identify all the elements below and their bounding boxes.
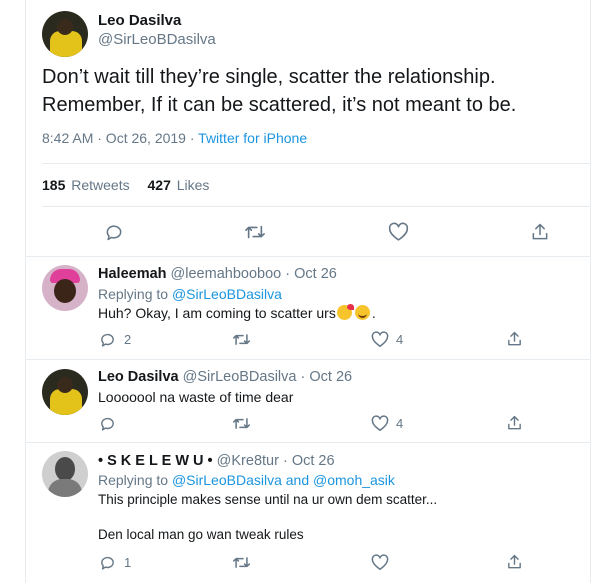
retweet-count[interactable]: 185 — [42, 177, 65, 193]
reply-icon[interactable] — [99, 415, 116, 432]
avatar[interactable] — [42, 451, 88, 497]
divider — [42, 163, 590, 164]
emoji-smile-icon — [354, 305, 370, 320]
reply-text-line: This principle makes sense until na ur o… — [98, 492, 438, 507]
tweet-source[interactable]: Twitter for iPhone — [198, 130, 307, 146]
reply-icon[interactable] — [104, 222, 124, 242]
reply-text: Looooool na waste of time dear — [98, 389, 294, 405]
reply-header: • S K E L E W U • @Kre8tur · Oct 26 — [98, 453, 335, 469]
tweet-text-line: Remember, If it can be scattered, it’s n… — [42, 94, 517, 116]
tweet-timestamp[interactable]: 8:42 AM · Oct 26, 2019 · — [42, 130, 198, 146]
author-name[interactable]: Leo Dasilva — [98, 12, 181, 29]
share-icon[interactable] — [506, 414, 523, 432]
reply-text: Huh? Okay, I am coming to scatter urs. — [98, 304, 376, 321]
reply-icon[interactable] — [99, 331, 116, 348]
like-label[interactable]: Likes — [177, 177, 210, 193]
like-count[interactable]: 4 — [396, 416, 403, 431]
author-handle[interactable]: @SirLeoBDasilva — [98, 31, 216, 48]
left-column-border — [25, 0, 26, 583]
reply-date[interactable]: · Oct 26 — [285, 266, 337, 282]
share-icon[interactable] — [506, 330, 523, 348]
divider — [25, 256, 591, 257]
reply-icon[interactable] — [99, 554, 116, 571]
reply-author-name[interactable]: • S K E L E W U • — [98, 453, 213, 469]
tweet-text: Don’t wait till they’re single, scatter … — [42, 63, 587, 119]
like-icon[interactable] — [371, 554, 389, 571]
share-icon[interactable] — [506, 553, 523, 571]
divider — [25, 442, 591, 443]
avatar[interactable] — [42, 11, 88, 57]
retweet-icon[interactable] — [232, 415, 251, 432]
replying-to-link[interactable]: @SirLeoBDasilva — [172, 286, 282, 302]
like-count[interactable]: 4 — [396, 332, 403, 347]
replying-to-link[interactable]: @SirLeoBDasilva and @omoh_asik — [172, 472, 395, 488]
reply-author-name[interactable]: Leo Dasilva — [98, 369, 179, 385]
reply-date[interactable]: · Oct 26 — [301, 369, 353, 385]
reply-text: This principle makes sense until na ur o… — [98, 492, 437, 542]
reply-text-line: Den local man go wan tweak rules — [98, 527, 304, 542]
reply-author-handle[interactable]: @Kre8tur — [217, 453, 279, 469]
avatar[interactable] — [42, 265, 88, 311]
reply-author-handle[interactable]: @SirLeoBDasilva — [183, 369, 297, 385]
retweet-icon[interactable] — [232, 554, 251, 571]
emoji-kiss-icon — [336, 304, 354, 320]
divider — [42, 206, 590, 207]
replying-to-prefix: Replying to — [98, 286, 172, 302]
reply-header: Leo Dasilva @SirLeoBDasilva · Oct 26 — [98, 369, 352, 385]
retweet-label[interactable]: Retweets — [71, 177, 129, 193]
share-icon[interactable] — [530, 222, 550, 242]
reply-text-content: Huh? Okay, I am coming to scatter urs — [98, 305, 336, 321]
retweet-icon[interactable] — [232, 331, 251, 348]
reply-author-handle[interactable]: @leemahbooboo — [171, 266, 282, 282]
reply-header: Haleemah @leemahbooboo · Oct 26 — [98, 266, 337, 282]
replying-to: Replying to @SirLeoBDasilva and @omoh_as… — [98, 472, 395, 488]
reply-author-name[interactable]: Haleemah — [98, 266, 167, 282]
reply-text-suffix: . — [371, 305, 376, 321]
like-icon[interactable] — [371, 415, 389, 432]
replying-to-prefix: Replying to — [98, 472, 172, 488]
reply-count[interactable]: 1 — [124, 555, 131, 570]
like-icon[interactable] — [388, 222, 409, 242]
like-count[interactable]: 427 — [148, 177, 171, 193]
tweet-timestamp-row: 8:42 AM · Oct 26, 2019 · Twitter for iPh… — [42, 130, 307, 146]
tweet-text-line: Don’t wait till they’re single, scatter … — [42, 66, 496, 88]
replying-to: Replying to @SirLeoBDasilva — [98, 286, 282, 302]
reply-date[interactable]: · Oct 26 — [283, 453, 335, 469]
avatar[interactable] — [42, 369, 88, 415]
divider — [25, 359, 591, 360]
reply-count[interactable]: 2 — [124, 332, 131, 347]
tweet-stats: 185 Retweets 427 Likes — [42, 177, 209, 193]
like-icon[interactable] — [371, 331, 389, 348]
retweet-icon[interactable] — [244, 222, 266, 242]
